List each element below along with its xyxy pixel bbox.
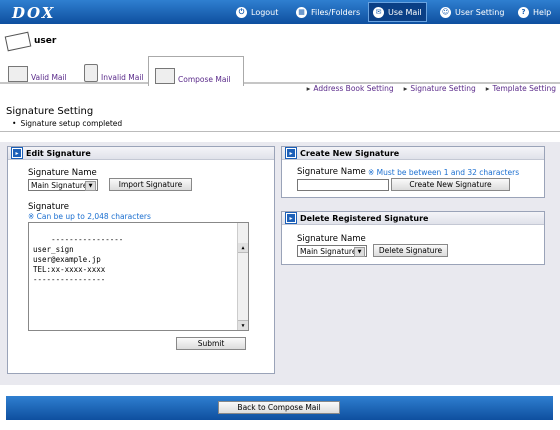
scroll-down-icon[interactable]: ▼ — [238, 320, 248, 330]
signature-length-note: ※ Can be up to 2,048 characters — [28, 212, 151, 221]
template-setting-link[interactable]: ▸ Template Setting — [486, 84, 556, 93]
back-to-compose-button[interactable]: Back to Compose Mail — [218, 401, 340, 414]
arrow-right-icon: ▸ — [285, 147, 297, 159]
tab-compose-label: Compose Mail — [178, 75, 231, 84]
tab-valid-label: Valid Mail — [31, 73, 67, 82]
files-folders-label: Files/Folders — [311, 7, 361, 17]
address-book-setting-link[interactable]: ▸ Address Book Setting — [307, 84, 394, 93]
tab-invalid-label: Invalid Mail — [101, 73, 144, 82]
tab-invalid-mail[interactable]: Invalid Mail — [84, 60, 144, 84]
signature-textarea[interactable]: ---------------- user_sign user@example.… — [28, 222, 249, 331]
tab-valid-mail[interactable]: Valid Mail — [8, 60, 67, 84]
delete-signature-button[interactable]: Delete Signature — [373, 244, 448, 257]
help-label: Help — [533, 7, 552, 17]
power-icon: ⏻ — [236, 6, 247, 18]
delete-signature-panel: ▸ Delete Registered Signature Signature … — [281, 211, 545, 265]
use-mail-label: Use Mail — [388, 7, 422, 17]
edit-signature-header: ▸ Edit Signature — [8, 147, 274, 160]
create-signature-panel: ▸ Create New Signature Signature Name ※ … — [281, 146, 545, 198]
folder-icon: ▦ — [296, 6, 307, 18]
signature-text: ---------------- user_sign user@example.… — [33, 235, 124, 284]
logout-link[interactable]: ⏻ Logout — [236, 0, 278, 24]
use-mail-link[interactable]: ✉ Use Mail — [368, 2, 427, 22]
create-signature-header: ▸ Create New Signature — [282, 147, 544, 160]
trash-icon — [84, 64, 98, 82]
edit-signature-panel: ▸ Edit Signature Signature Name Main Sig… — [7, 146, 275, 374]
user-icon: ☺ — [440, 6, 451, 18]
delete-signature-select[interactable]: Main Signature ▼ — [297, 245, 367, 257]
signature-name-label: Signature Name — [28, 168, 97, 178]
footer-bar: Back to Compose Mail — [6, 396, 553, 420]
envelope-icon — [8, 66, 28, 82]
arrow-right-icon: ▸ — [285, 212, 297, 224]
signature-label: Signature — [28, 202, 70, 212]
create-length-note: ※ Must be between 1 and 32 characters — [368, 168, 520, 177]
settings-links: ▸ Address Book Setting ▸ Signature Setting… — [307, 84, 556, 93]
tab-compose-mail[interactable]: Compose Mail — [148, 56, 244, 86]
delete-signature-title: Delete Registered Signature — [300, 213, 429, 223]
submit-button[interactable]: Submit — [176, 337, 246, 350]
create-new-signature-button[interactable]: Create New Signature — [391, 178, 510, 191]
status-message: Signature setup completed — [12, 119, 122, 128]
help-link[interactable]: ? Help — [518, 0, 551, 24]
user-bar: user — [0, 24, 560, 58]
arrow-right-icon: ▸ — [11, 147, 23, 159]
new-signature-name-input[interactable] — [297, 179, 389, 191]
help-icon: ? — [518, 6, 529, 18]
user-setting-label: User Setting — [455, 7, 505, 17]
delete-signature-selected: Main Signature — [300, 246, 357, 256]
import-signature-button[interactable]: Import Signature — [109, 178, 192, 191]
mail-icon: ✉ — [373, 6, 384, 18]
create-name-label: Signature Name — [297, 167, 366, 177]
signature-name-select[interactable]: Main Signature ▼ — [28, 179, 98, 191]
textarea-scrollbar[interactable]: ▲ ▼ — [237, 223, 248, 330]
files-folders-link[interactable]: ▦ Files/Folders — [296, 0, 360, 24]
signature-name-selected: Main Signature — [31, 180, 88, 190]
create-signature-title: Create New Signature — [300, 148, 400, 158]
mail-tabs: Valid Mail Invalid Mail Compose Mail — [0, 56, 560, 86]
delete-name-label: Signature Name — [297, 234, 366, 244]
logout-label: Logout — [251, 7, 279, 17]
signature-setting-link[interactable]: ▸ Signature Setting — [404, 84, 476, 93]
delete-signature-header: ▸ Delete Registered Signature — [282, 212, 544, 225]
divider — [0, 131, 560, 132]
page-title: Signature Setting — [6, 106, 94, 117]
user-name: user — [34, 36, 57, 46]
scroll-up-icon[interactable]: ▲ — [238, 243, 248, 253]
top-bar: DOX ⏻ Logout ▦ Files/Folders ✉ Use Mail … — [0, 0, 560, 24]
app-logo: DOX — [12, 4, 56, 22]
user-setting-link[interactable]: ☺ User Setting — [440, 0, 504, 24]
chevron-down-icon: ▼ — [85, 181, 96, 191]
envelope-icon — [4, 31, 32, 52]
compose-icon — [155, 68, 175, 84]
edit-signature-title: Edit Signature — [26, 148, 91, 158]
chevron-down-icon: ▼ — [354, 247, 365, 257]
